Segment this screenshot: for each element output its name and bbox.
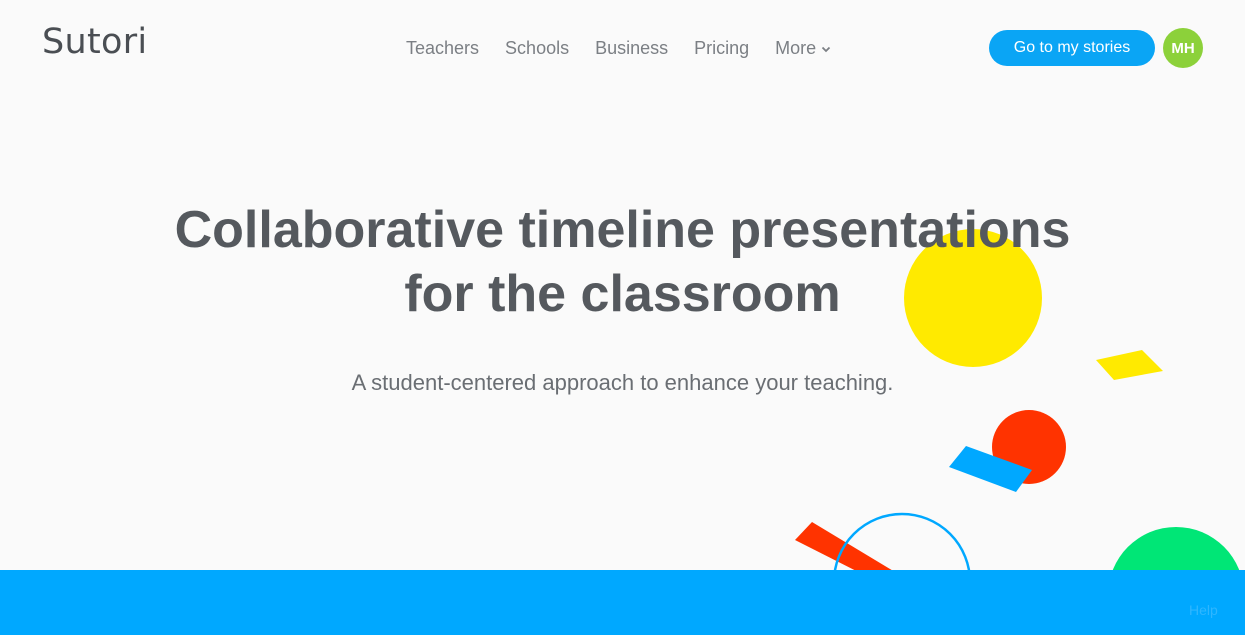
nav-item-teachers[interactable]: Teachers — [406, 37, 479, 59]
sutori-logo[interactable]: Sutori — [42, 22, 147, 62]
nav-item-more-label: More — [775, 38, 817, 58]
help-link[interactable]: Help — [1189, 602, 1218, 618]
nav-item-more[interactable]: More — [775, 37, 831, 59]
hero-subtitle: A student-centered approach to enhance y… — [351, 370, 894, 395]
chevron-down-icon — [821, 36, 831, 58]
blue-parallelogram-shape — [949, 446, 1032, 492]
blue-band — [0, 570, 1245, 635]
hero-title-line2: for the classroom — [404, 265, 841, 323]
hero-title: Collaborative timeline presentations for… — [0, 198, 1245, 326]
avatar[interactable]: MH — [1163, 28, 1203, 68]
go-to-my-stories-button[interactable]: Go to my stories — [989, 30, 1155, 66]
hero-title-line1: Collaborative timeline presentations — [174, 201, 1071, 259]
nav-item-business[interactable]: Business — [595, 37, 668, 59]
nav-item-schools[interactable]: Schools — [505, 37, 569, 59]
red-circle-shape — [992, 410, 1066, 484]
main-nav: Teachers Schools Business Pricing More — [406, 37, 831, 59]
nav-item-pricing[interactable]: Pricing — [694, 37, 749, 59]
